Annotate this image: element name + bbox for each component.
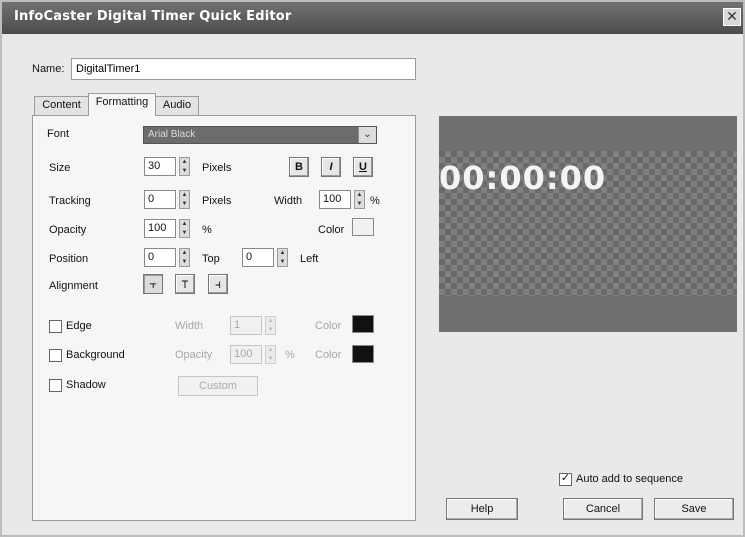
tracking-stepper[interactable]: ▲ ▼	[179, 190, 190, 209]
opacity-label: Opacity	[49, 224, 87, 236]
background-opacity-stepper[interactable]: ▲ ▼	[265, 345, 276, 364]
edge-width-stepper[interactable]: ▲ ▼	[265, 316, 276, 335]
font-label: Font	[47, 128, 70, 140]
font-select-value: Arial Black	[148, 129, 196, 140]
title-bar[interactable]: InfoCaster Digital Timer Quick Editor ✕	[2, 2, 743, 34]
edge-color-label: Color	[315, 320, 342, 332]
tracking-unit: Pixels	[202, 195, 232, 207]
quick-editor-window: InfoCaster Digital Timer Quick Editor ✕ …	[0, 0, 745, 537]
edge-label: Edge	[66, 320, 92, 332]
position-left-input[interactable]: 0	[242, 248, 274, 267]
size-unit: Pixels	[202, 162, 232, 174]
tab-formatting[interactable]: Formatting	[88, 93, 156, 116]
width-input[interactable]: 100	[319, 190, 351, 209]
spin-up-icon[interactable]: ▲	[267, 346, 274, 354]
tab-content[interactable]: Content	[34, 96, 89, 115]
auto-add-label: Auto add to sequence	[576, 473, 684, 485]
spin-down-icon[interactable]: ▼	[356, 200, 363, 208]
spin-down-icon[interactable]: ▼	[267, 326, 274, 334]
background-opacity-unit: %	[285, 349, 295, 361]
close-icon[interactable]: ✕	[723, 8, 741, 26]
background-opacity-input[interactable]: 100	[230, 345, 262, 364]
opacity-input[interactable]: 100	[144, 219, 176, 238]
shadow-checkbox[interactable]	[49, 379, 62, 392]
position-top-input[interactable]: 0	[144, 248, 176, 267]
opacity-stepper[interactable]: ▲ ▼	[179, 219, 190, 238]
background-checkbox[interactable]	[49, 349, 62, 362]
spin-up-icon[interactable]: ▲	[279, 249, 286, 257]
align-top-icon[interactable]: ⫟	[143, 274, 163, 294]
chevron-down-icon[interactable]: ⌄	[358, 127, 376, 143]
spin-down-icon[interactable]: ▼	[267, 355, 274, 363]
spin-down-icon[interactable]: ▼	[279, 258, 286, 266]
text-color-label: Color	[318, 224, 345, 236]
spin-up-icon[interactable]: ▲	[356, 191, 363, 199]
cancel-button[interactable]: Cancel	[563, 498, 643, 520]
width-stepper[interactable]: ▲ ▼	[354, 190, 365, 209]
position-label: Position	[49, 253, 89, 265]
edge-color-swatch[interactable]	[352, 315, 374, 333]
size-stepper[interactable]: ▲ ▼	[179, 157, 190, 176]
help-button[interactable]: Help	[446, 498, 518, 520]
spin-down-icon[interactable]: ▼	[181, 200, 188, 208]
spin-up-icon[interactable]: ▲	[181, 220, 188, 228]
position-top-label: Top	[202, 253, 220, 265]
tab-audio[interactable]: Audio	[155, 96, 199, 115]
background-color-label: Color	[315, 349, 342, 361]
spin-up-icon[interactable]: ▲	[267, 317, 274, 325]
spin-up-icon[interactable]: ▲	[181, 191, 188, 199]
spin-up-icon[interactable]: ▲	[181, 158, 188, 166]
shadow-custom-button[interactable]: Custom	[178, 376, 258, 396]
name-label: Name:	[32, 63, 65, 75]
align-bottom-icon[interactable]: ⫞	[208, 274, 228, 294]
size-input[interactable]: 30	[144, 157, 176, 176]
background-label: Background	[66, 349, 125, 361]
spin-up-icon[interactable]: ▲	[181, 249, 188, 257]
spin-down-icon[interactable]: ▼	[181, 167, 188, 175]
timer-preview: 00:00:00	[439, 116, 737, 332]
align-middle-icon[interactable]: ⊤	[175, 274, 195, 294]
shadow-label: Shadow	[66, 379, 106, 391]
auto-add-checkbox[interactable]: ✓	[559, 472, 572, 486]
bold-icon[interactable]: B	[289, 157, 309, 177]
spin-down-icon[interactable]: ▼	[181, 229, 188, 237]
window-title: InfoCaster Digital Timer Quick Editor	[14, 9, 292, 24]
position-top-stepper[interactable]: ▲ ▼	[179, 248, 190, 267]
text-color-swatch[interactable]	[352, 218, 374, 236]
position-left-label: Left	[300, 253, 319, 265]
opacity-unit: %	[202, 224, 212, 236]
check-icon: ✓	[560, 472, 571, 484]
italic-icon[interactable]: I	[321, 157, 341, 177]
position-left-stepper[interactable]: ▲ ▼	[277, 248, 288, 267]
edge-checkbox[interactable]	[49, 320, 62, 333]
edge-width-label: Width	[175, 320, 204, 332]
timer-preview-text: 00:00:00	[439, 159, 607, 197]
save-button[interactable]: Save	[654, 498, 734, 520]
alignment-label: Alignment	[49, 280, 98, 292]
size-label: Size	[49, 162, 71, 174]
spin-down-icon[interactable]: ▼	[181, 258, 188, 266]
underline-icon[interactable]: U	[353, 157, 373, 177]
width-unit: %	[370, 195, 380, 207]
edge-width-input[interactable]: 1	[230, 316, 262, 335]
background-opacity-label: Opacity	[175, 349, 213, 361]
font-select[interactable]: Arial Black ⌄	[143, 126, 377, 144]
tracking-label: Tracking	[49, 195, 91, 207]
background-color-swatch[interactable]	[352, 345, 374, 363]
name-input[interactable]	[71, 58, 416, 80]
tracking-input[interactable]: 0	[144, 190, 176, 209]
width-label: Width	[274, 195, 303, 207]
